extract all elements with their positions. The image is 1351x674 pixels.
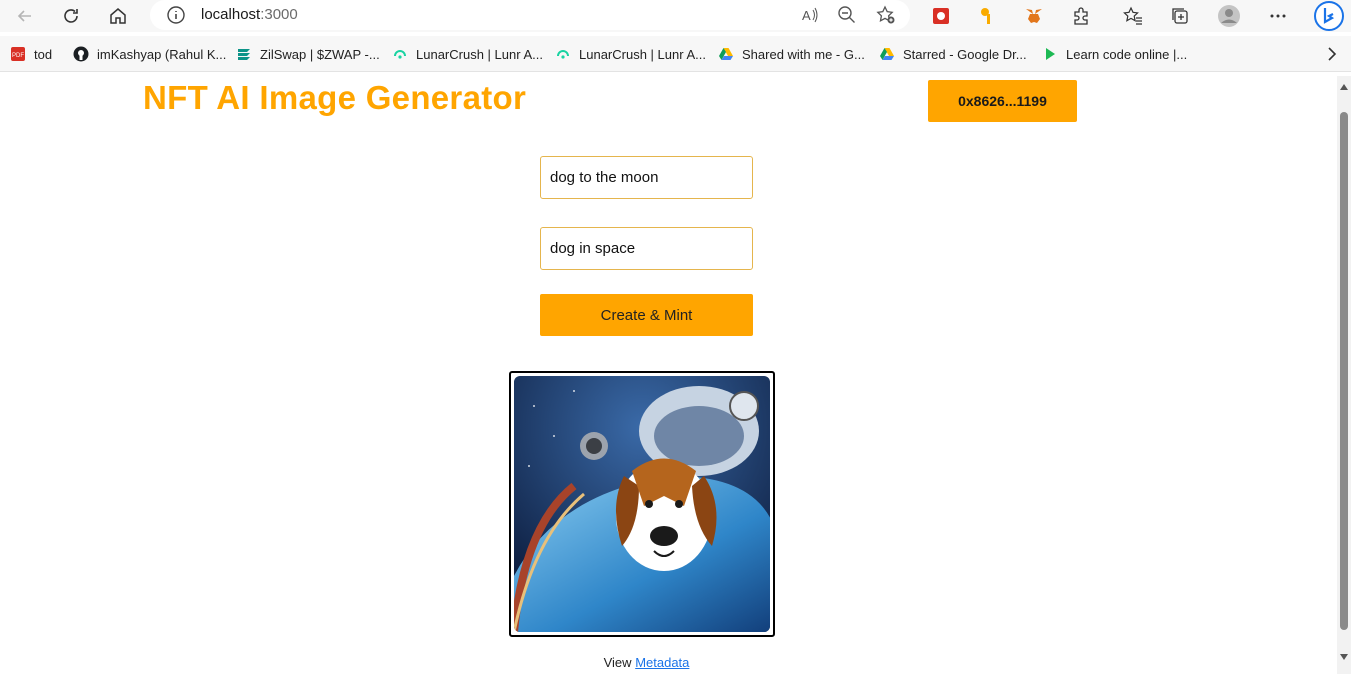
- svg-text:A: A: [802, 8, 811, 23]
- chevron-right-icon: [1328, 47, 1337, 61]
- bookmark-label: tod: [34, 46, 53, 62]
- dog-astronaut-image: [514, 376, 770, 632]
- bookmark-item[interactable]: LunarCrush | Lunr A...: [392, 45, 543, 63]
- extension-key-icon[interactable]: [976, 4, 1000, 28]
- play-icon: [1046, 48, 1055, 60]
- bookmark-item[interactable]: PDF tod: [10, 45, 52, 63]
- address-bar[interactable]: localhost:3000 A: [150, 0, 910, 30]
- profile-avatar-icon[interactable]: [1217, 4, 1241, 28]
- zilswap-icon: [238, 49, 250, 60]
- github-icon: [73, 46, 89, 62]
- collections-icon[interactable]: [1168, 4, 1192, 28]
- generated-image: [514, 376, 770, 632]
- bookmark-label: imKashyap (Rahul K...: [97, 46, 227, 62]
- more-menu-icon[interactable]: [1266, 4, 1290, 28]
- google-drive-icon: [719, 48, 733, 60]
- scroll-down-arrow-icon[interactable]: [1340, 654, 1348, 660]
- bookmarks-overflow-button[interactable]: [1325, 45, 1339, 63]
- bookmarks-bar: PDF tod imKashyap (Rahul K... ZilSwap | …: [0, 36, 1351, 72]
- page-title: NFT AI Image Generator: [143, 79, 527, 116]
- bookmark-label: LunarCrush | Lunr A...: [416, 46, 543, 62]
- browser-toolbar: localhost:3000 A: [0, 0, 1351, 32]
- scroll-up-arrow-icon[interactable]: [1340, 84, 1348, 90]
- svg-text:PDF: PDF: [12, 53, 24, 59]
- view-metadata-line: View Metadata: [0, 655, 1293, 670]
- bookmark-item[interactable]: Shared with me - G...: [718, 45, 865, 63]
- back-arrow-icon: [17, 10, 31, 22]
- generated-image-frame: [509, 371, 775, 637]
- pdf-icon: PDF: [11, 47, 25, 61]
- bookmark-label: Learn code online |...: [1066, 46, 1188, 62]
- back-button[interactable]: [12, 3, 38, 29]
- bookmark-item[interactable]: ZilSwap | $ZWAP -...: [236, 45, 380, 63]
- reload-icon: [64, 9, 78, 23]
- page-content: NFT AI Image Generator 0x8626...1199 dog…: [0, 76, 1337, 674]
- lunarcrush-icon: [557, 50, 569, 59]
- prompt-input[interactable]: dog to the moon: [540, 156, 753, 199]
- metadata-link[interactable]: Metadata: [635, 655, 689, 670]
- read-aloud-icon[interactable]: A: [800, 5, 820, 25]
- lunarcrush-icon: [394, 50, 406, 59]
- reload-button[interactable]: [58, 3, 84, 29]
- create-mint-button[interactable]: Create & Mint: [540, 294, 753, 336]
- bookmark-item[interactable]: Starred - Google Dr...: [879, 45, 1027, 63]
- wallet-address-button[interactable]: 0x8626...1199: [928, 80, 1077, 122]
- bookmark-item[interactable]: Learn code online |...: [1042, 45, 1187, 63]
- view-label: View: [603, 655, 632, 670]
- bookmark-label: Shared with me - G...: [742, 46, 865, 62]
- bing-copilot-icon[interactable]: [1313, 0, 1345, 32]
- home-icon: [110, 8, 126, 24]
- info-icon[interactable]: [166, 5, 186, 25]
- bookmark-item[interactable]: imKashyap (Rahul K...: [73, 45, 226, 63]
- metamask-icon[interactable]: [1022, 4, 1046, 28]
- bookmark-item[interactable]: LunarCrush | Lunr A...: [555, 45, 706, 63]
- extension-pdf-icon[interactable]: [929, 4, 953, 28]
- bookmark-label: ZilSwap | $ZWAP -...: [260, 46, 380, 62]
- scrollbar-thumb[interactable]: [1340, 112, 1348, 630]
- url-text[interactable]: localhost:3000: [201, 6, 298, 23]
- favorites-icon[interactable]: [1121, 4, 1145, 28]
- favorite-add-icon[interactable]: [876, 5, 896, 25]
- bookmark-label: LunarCrush | Lunr A...: [579, 46, 706, 62]
- extensions-puzzle-icon[interactable]: [1069, 4, 1093, 28]
- bookmark-label: Starred - Google Dr...: [903, 46, 1027, 62]
- zoom-out-icon[interactable]: [837, 5, 857, 25]
- nft-name-input[interactable]: dog in space: [540, 227, 753, 270]
- google-drive-icon: [880, 48, 894, 60]
- home-button[interactable]: [105, 3, 131, 29]
- page-scrollbar[interactable]: [1337, 76, 1351, 674]
